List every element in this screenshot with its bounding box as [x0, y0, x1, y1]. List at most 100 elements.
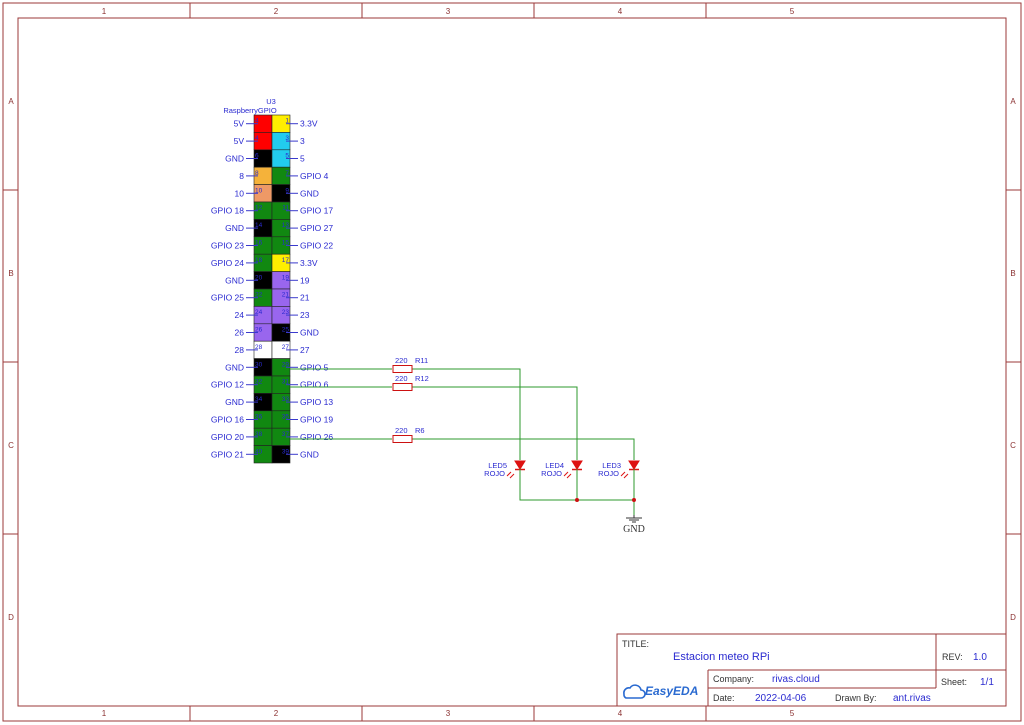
title-label: TITLE:	[622, 639, 649, 649]
resistor-body	[392, 365, 413, 373]
frame-column-label: 1	[102, 7, 107, 16]
pin-number-left: 32	[255, 379, 263, 386]
pin-number-right: 35	[282, 414, 290, 421]
resistor-ref: R11	[415, 356, 428, 365]
pin-number-right: 29	[282, 361, 290, 368]
pin-number-right: 11	[282, 205, 289, 212]
frame-column-label: 1	[102, 709, 107, 718]
pin-number-right: 25	[282, 327, 290, 334]
pin-number-left: 18	[255, 257, 263, 264]
led: LED3ROJO	[598, 460, 640, 479]
led: LED5ROJO	[484, 460, 526, 479]
pin-label-right: 27	[300, 345, 310, 355]
pin-number-right: 17	[282, 257, 290, 264]
frame-column-label: 2	[274, 7, 279, 16]
pin-label-right: GND	[300, 188, 319, 198]
connector-row: 40 39 GPIO 21 GND	[211, 445, 319, 464]
frame-column-label: 3	[446, 7, 451, 16]
pin-label-right: GPIO 19	[300, 415, 333, 425]
pin-label-right: GPIO 6	[300, 380, 329, 390]
frame-row-label: C	[8, 441, 14, 450]
frame-column-label: 5	[790, 709, 795, 718]
led-value: ROJO	[598, 469, 619, 478]
connector-row: 20 19 GND 19	[225, 271, 310, 290]
pin-label-right: GPIO 22	[300, 241, 333, 251]
pin-number-right: 21	[282, 292, 290, 299]
junction-dot	[632, 498, 636, 502]
led: LED4ROJO	[541, 460, 583, 479]
connector-row: 6 5 GND 5	[225, 149, 305, 168]
pin-label-left: 8	[239, 171, 244, 181]
drawn-by-label: Drawn By:	[835, 693, 877, 703]
pin-number-left: 30	[255, 361, 263, 368]
drawn-by-value: ant.rivas	[893, 693, 931, 704]
pin-number-left: 8	[255, 170, 259, 177]
title-value: Estacion meteo RPi	[673, 651, 770, 663]
pin-label-right: 3	[300, 136, 305, 146]
wires	[290, 368, 635, 515]
pin-number-right: 31	[282, 379, 290, 386]
connector-row: 26 25 26 GND	[235, 323, 319, 342]
connector-row: 30 29 GND GPIO 5	[225, 358, 329, 377]
pin-label-left: GPIO 23	[211, 241, 244, 251]
pin-label-left: GPIO 16	[211, 415, 244, 425]
gnd-label: GND	[623, 524, 645, 535]
connector-row: 4 3 5V 3	[234, 132, 305, 151]
date-value: 2022-04-06	[755, 693, 807, 704]
cloud-icon	[623, 684, 646, 699]
easyeda-logo: EasyEDA	[623, 684, 698, 699]
easyeda-brand: EasyEDA	[645, 684, 698, 698]
connector-row: 36 35 GPIO 16 GPIO 19	[211, 410, 333, 429]
connector-row: 14 13 GND GPIO 27	[225, 219, 333, 238]
pin-number-left: 4	[255, 118, 259, 125]
frame-row-label: D	[1010, 613, 1016, 622]
connector-row: 18 17 GPIO 24 3.3V	[211, 253, 318, 272]
resistor-value: 220	[395, 356, 408, 365]
junction-dot	[575, 498, 579, 502]
led-symbol	[628, 460, 640, 470]
frame-column-label: 5	[790, 7, 795, 16]
pin-label-right: 23	[300, 310, 310, 320]
pin-label-right: GND	[300, 449, 319, 459]
connector-row: 28 27 28 27	[235, 340, 310, 359]
pin-number-left: 36	[255, 414, 263, 421]
connector-row: 24 23 24 23	[235, 306, 310, 325]
pin-number-right: 7	[285, 170, 289, 177]
pin-number-right: 19	[282, 274, 290, 281]
pin-label-right: GPIO 26	[300, 432, 333, 442]
pin-label-right: GPIO 4	[300, 171, 329, 181]
outer-frame	[2, 2, 1022, 722]
resistor-value: 220	[395, 426, 408, 435]
pin-number-left: 26	[255, 327, 263, 334]
resistor-value: 220	[395, 374, 408, 383]
pin-label-left: GPIO 24	[211, 258, 244, 268]
component-designator: U3	[266, 97, 276, 106]
pin-number-left: 22	[255, 292, 263, 299]
resistor: 220 R12	[392, 374, 429, 391]
frame-ticks	[3, 3, 1021, 721]
connector-row: 16 15 GPIO 23 GPIO 22	[211, 236, 333, 255]
pin-label-right: GPIO 5	[300, 362, 329, 372]
pin-label-right: 3.3V	[300, 119, 318, 129]
pin-number-left: 14	[255, 222, 263, 229]
connector-row: 38 37 GPIO 20 GPIO 26	[211, 427, 333, 446]
title-block: TITLE: Estacion meteo RPi REV: 1.0 Compa…	[616, 633, 1007, 707]
resistor-ref: R12	[415, 374, 429, 383]
frame-row-label: B	[8, 269, 13, 278]
pin-number-left: 4	[255, 135, 259, 142]
pin-number-left: 20	[255, 274, 263, 281]
rev-value: 1.0	[973, 652, 987, 663]
pin-label-left: GPIO 25	[211, 293, 244, 303]
leds: LED5ROJO LED4ROJO LED3ROJO	[484, 460, 640, 479]
pin-number-left: 6	[255, 153, 259, 160]
led-symbol	[571, 460, 583, 470]
resistor: 220 R11	[392, 356, 428, 373]
frame-row-label: C	[1010, 441, 1016, 450]
connector-row: 32 31 GPIO 12 GPIO 6	[211, 375, 329, 394]
pin-label-left: GPIO 12	[211, 380, 244, 390]
gnd-symbol: GND	[623, 515, 645, 535]
resistor-body	[392, 383, 413, 391]
pin-number-right: 27	[282, 344, 290, 351]
pin-label-right: 3.3V	[300, 258, 318, 268]
frame-column-label: 4	[618, 709, 623, 718]
